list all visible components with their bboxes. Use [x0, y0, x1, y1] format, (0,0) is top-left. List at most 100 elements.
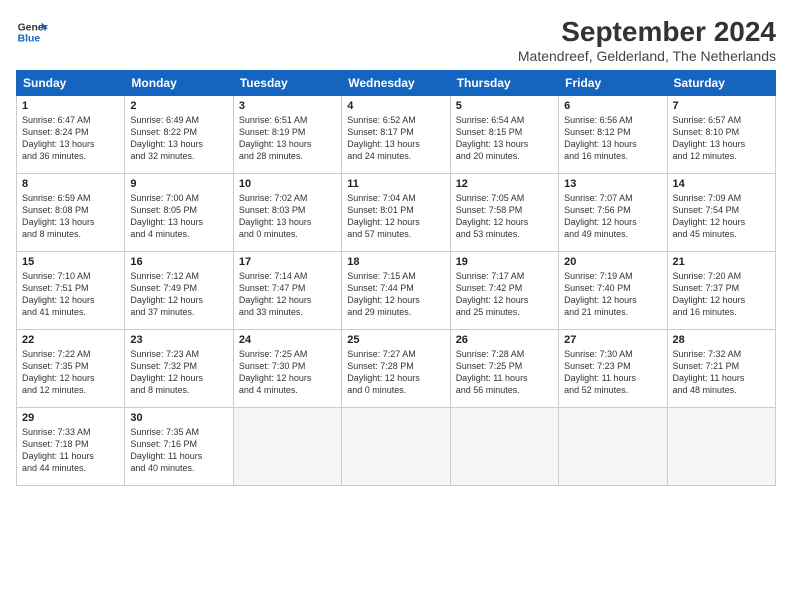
day-number: 29: [22, 412, 119, 424]
day-number: 4: [347, 100, 444, 112]
day-info: Sunrise: 7:07 AM Sunset: 7:56 PM Dayligh…: [564, 192, 661, 241]
day-number: 12: [456, 178, 553, 190]
day-cell: 26 Sunrise: 7:28 AM Sunset: 7:25 PM Dayli…: [450, 330, 558, 408]
logo-icon: General Blue: [16, 16, 48, 48]
day-number: 2: [130, 100, 227, 112]
header: General Blue September 2024 Matendreef, …: [16, 16, 776, 64]
col-header-wednesday: Wednesday: [342, 71, 450, 96]
day-info: Sunrise: 7:12 AM Sunset: 7:49 PM Dayligh…: [130, 270, 227, 319]
main-title: September 2024: [518, 16, 776, 48]
day-info: Sunrise: 6:54 AM Sunset: 8:15 PM Dayligh…: [456, 114, 553, 163]
day-cell: 1Sunrise: 6:47 AM Sunset: 8:24 PM Daylig…: [17, 96, 125, 174]
day-info: Sunrise: 7:33 AM Sunset: 7:18 PM Dayligh…: [22, 426, 119, 475]
day-cell: 30Sunrise: 7:35 AM Sunset: 7:16 PM Dayli…: [125, 408, 233, 486]
day-info: Sunrise: 7:09 AM Sunset: 7:54 PM Dayligh…: [673, 192, 770, 241]
day-info: Sunrise: 7:17 AM Sunset: 7:42 PM Dayligh…: [456, 270, 553, 319]
day-cell: 7 Sunrise: 6:57 AM Sunset: 8:10 PM Daylig…: [667, 96, 775, 174]
day-number: 25: [347, 334, 444, 346]
day-info: Sunrise: 7:05 AM Sunset: 7:58 PM Dayligh…: [456, 192, 553, 241]
day-info: Sunrise: 7:02 AM Sunset: 8:03 PM Dayligh…: [239, 192, 336, 241]
day-info: Sunrise: 6:49 AM Sunset: 8:22 PM Dayligh…: [130, 114, 227, 163]
day-info: Sunrise: 7:20 AM Sunset: 7:37 PM Dayligh…: [673, 270, 770, 319]
day-cell: 9 Sunrise: 7:00 AM Sunset: 8:05 PM Daylig…: [125, 174, 233, 252]
day-info: Sunrise: 7:15 AM Sunset: 7:44 PM Dayligh…: [347, 270, 444, 319]
day-number: 13: [564, 178, 661, 190]
day-number: 10: [239, 178, 336, 190]
day-cell: 24 Sunrise: 7:25 AM Sunset: 7:30 PM Dayli…: [233, 330, 341, 408]
day-info: Sunrise: 7:28 AM Sunset: 7:25 PM Dayligh…: [456, 348, 553, 397]
day-cell: 16 Sunrise: 7:12 AM Sunset: 7:49 PM Dayli…: [125, 252, 233, 330]
day-number: 21: [673, 256, 770, 268]
day-cell: [233, 408, 341, 486]
day-cell: 10 Sunrise: 7:02 AM Sunset: 8:03 PM Dayli…: [233, 174, 341, 252]
day-cell: 23 Sunrise: 7:23 AM Sunset: 7:32 PM Dayli…: [125, 330, 233, 408]
day-cell: 27 Sunrise: 7:30 AM Sunset: 7:23 PM Dayli…: [559, 330, 667, 408]
day-number: 20: [564, 256, 661, 268]
day-cell: 21 Sunrise: 7:20 AM Sunset: 7:37 PM Dayli…: [667, 252, 775, 330]
day-info: Sunrise: 6:57 AM Sunset: 8:10 PM Dayligh…: [673, 114, 770, 163]
day-number: 9: [130, 178, 227, 190]
day-cell: 22 Sunrise: 7:22 AM Sunset: 7:35 PM Dayli…: [17, 330, 125, 408]
svg-text:Blue: Blue: [18, 34, 41, 45]
day-info: Sunrise: 7:14 AM Sunset: 7:47 PM Dayligh…: [239, 270, 336, 319]
day-cell: 4Sunrise: 6:52 AM Sunset: 8:17 PM Daylig…: [342, 96, 450, 174]
day-cell: 28 Sunrise: 7:32 AM Sunset: 7:21 PM Dayli…: [667, 330, 775, 408]
day-number: 6: [564, 100, 661, 112]
day-cell: 13 Sunrise: 7:07 AM Sunset: 7:56 PM Dayli…: [559, 174, 667, 252]
day-info: Sunrise: 7:32 AM Sunset: 7:21 PM Dayligh…: [673, 348, 770, 397]
day-number: 15: [22, 256, 119, 268]
day-number: 8: [22, 178, 119, 190]
week-row-1: 1Sunrise: 6:47 AM Sunset: 8:24 PM Daylig…: [17, 96, 776, 174]
day-info: Sunrise: 7:00 AM Sunset: 8:05 PM Dayligh…: [130, 192, 227, 241]
day-number: 17: [239, 256, 336, 268]
day-cell: 14Sunrise: 7:09 AM Sunset: 7:54 PM Dayli…: [667, 174, 775, 252]
day-info: Sunrise: 7:23 AM Sunset: 7:32 PM Dayligh…: [130, 348, 227, 397]
day-number: 23: [130, 334, 227, 346]
day-cell: [450, 408, 558, 486]
day-number: 16: [130, 256, 227, 268]
day-cell: 25 Sunrise: 7:27 AM Sunset: 7:28 PM Dayli…: [342, 330, 450, 408]
day-cell: [342, 408, 450, 486]
day-number: 27: [564, 334, 661, 346]
day-info: Sunrise: 7:25 AM Sunset: 7:30 PM Dayligh…: [239, 348, 336, 397]
calendar-page: General Blue September 2024 Matendreef, …: [0, 0, 792, 612]
day-cell: 8 Sunrise: 6:59 AM Sunset: 8:08 PM Daylig…: [17, 174, 125, 252]
col-header-sunday: Sunday: [17, 71, 125, 96]
col-header-monday: Monday: [125, 71, 233, 96]
day-info: Sunrise: 7:30 AM Sunset: 7:23 PM Dayligh…: [564, 348, 661, 397]
day-number: 7: [673, 100, 770, 112]
day-info: Sunrise: 7:22 AM Sunset: 7:35 PM Dayligh…: [22, 348, 119, 397]
day-info: Sunrise: 6:56 AM Sunset: 8:12 PM Dayligh…: [564, 114, 661, 163]
day-cell: 11Sunrise: 7:04 AM Sunset: 8:01 PM Dayli…: [342, 174, 450, 252]
day-cell: 2 Sunrise: 6:49 AM Sunset: 8:22 PM Daylig…: [125, 96, 233, 174]
col-header-thursday: Thursday: [450, 71, 558, 96]
day-cell: [667, 408, 775, 486]
day-cell: 5Sunrise: 6:54 AM Sunset: 8:15 PM Daylig…: [450, 96, 558, 174]
col-header-tuesday: Tuesday: [233, 71, 341, 96]
week-row-5: 29 Sunrise: 7:33 AM Sunset: 7:18 PM Dayli…: [17, 408, 776, 486]
day-cell: 20Sunrise: 7:19 AM Sunset: 7:40 PM Dayli…: [559, 252, 667, 330]
day-number: 24: [239, 334, 336, 346]
day-cell: 19Sunrise: 7:17 AM Sunset: 7:42 PM Dayli…: [450, 252, 558, 330]
day-info: Sunrise: 7:27 AM Sunset: 7:28 PM Dayligh…: [347, 348, 444, 397]
header-row: SundayMondayTuesdayWednesdayThursdayFrid…: [17, 71, 776, 96]
col-header-saturday: Saturday: [667, 71, 775, 96]
day-cell: 12 Sunrise: 7:05 AM Sunset: 7:58 PM Dayli…: [450, 174, 558, 252]
day-cell: [559, 408, 667, 486]
col-header-friday: Friday: [559, 71, 667, 96]
title-area: September 2024 Matendreef, Gelderland, T…: [518, 16, 776, 64]
day-number: 26: [456, 334, 553, 346]
day-info: Sunrise: 7:10 AM Sunset: 7:51 PM Dayligh…: [22, 270, 119, 319]
subtitle: Matendreef, Gelderland, The Netherlands: [518, 48, 776, 64]
week-row-2: 8 Sunrise: 6:59 AM Sunset: 8:08 PM Daylig…: [17, 174, 776, 252]
day-cell: 6 Sunrise: 6:56 AM Sunset: 8:12 PM Daylig…: [559, 96, 667, 174]
day-info: Sunrise: 7:35 AM Sunset: 7:16 PM Dayligh…: [130, 426, 227, 475]
day-info: Sunrise: 6:59 AM Sunset: 8:08 PM Dayligh…: [22, 192, 119, 241]
day-cell: 15 Sunrise: 7:10 AM Sunset: 7:51 PM Dayli…: [17, 252, 125, 330]
day-number: 28: [673, 334, 770, 346]
day-number: 22: [22, 334, 119, 346]
day-cell: 3Sunrise: 6:51 AM Sunset: 8:19 PM Daylig…: [233, 96, 341, 174]
day-cell: 17 Sunrise: 7:14 AM Sunset: 7:47 PM Dayli…: [233, 252, 341, 330]
week-row-3: 15 Sunrise: 7:10 AM Sunset: 7:51 PM Dayli…: [17, 252, 776, 330]
day-cell: 29 Sunrise: 7:33 AM Sunset: 7:18 PM Dayli…: [17, 408, 125, 486]
